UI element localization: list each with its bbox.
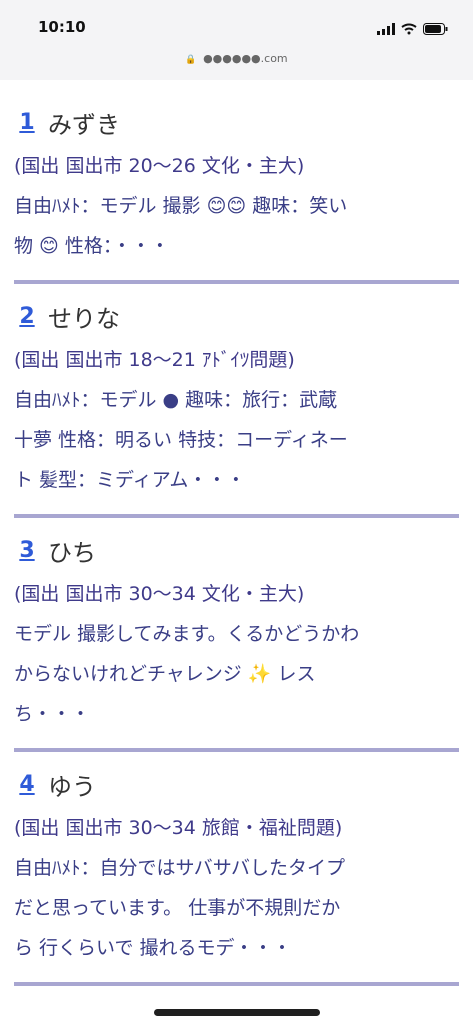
entry-desc: モデル 撮影してみます。くるかどうかわ (14, 623, 360, 645)
system-icons (377, 20, 449, 39)
divider (14, 982, 459, 986)
entry: 3 ひち (国出 国出市 30〜34 文化・主大) モデル 撮影してみます。くる… (0, 526, 473, 734)
url-bar[interactable]: 🔒 ●●●●●●.com (0, 52, 473, 65)
cellular-signal-icon (377, 20, 395, 39)
entry-header: 2 せりな (14, 292, 459, 340)
home-indicator[interactable] (154, 1009, 320, 1016)
entry-number-link[interactable]: 1 (14, 108, 40, 136)
entry-tail: からないけれどチャレンジ ✨ レス (14, 663, 316, 685)
entry-desc: 自由ﾊﾒﾄ：自分ではサバサバしたタイプ (14, 857, 345, 879)
entry-desc: 自由ﾊﾒﾄ：モデル ● 趣味：旅行：武蔵 (14, 389, 338, 411)
entry-name: ひち (48, 538, 96, 567)
entry-tail-2: ち・・・ (14, 703, 91, 725)
entry-tail-2: ら 行くらいで 撮れるモデ・・・ (14, 937, 292, 959)
url-text: ●●●●●●.com (203, 52, 288, 65)
entry-name: ゆう (48, 772, 96, 801)
wifi-icon (401, 20, 417, 39)
entry: 2 せりな (国出 国出市 18〜21 ｱﾄﾞｲﾂ問題) 自由ﾊﾒﾄ：モデル ●… (0, 292, 473, 500)
entry-tail-2: ト 髪型：ミディアム・・・ (14, 469, 246, 491)
content: 1 みずき (国出 国出市 20〜26 文化・主大) 自由ﾊﾒﾄ：モデル 撮影 … (0, 90, 473, 986)
entry-number-link[interactable]: 3 (14, 536, 40, 564)
entry-tail: 物 😊 性格：・・・ (14, 235, 170, 257)
status-time: 10:10 (38, 18, 86, 36)
status-bar: 10:10 🔒 ●●●●●●.com (0, 0, 473, 80)
battery-icon (423, 20, 449, 39)
entry-meta: (国出 国出市 20〜26 文化・主大) (14, 155, 305, 177)
entry-number-link[interactable]: 4 (14, 770, 40, 798)
entry-header: 4 ゆう (14, 760, 459, 808)
entry-desc: 自由ﾊﾒﾄ：モデル 撮影 😊😊 趣味：笑い (14, 195, 348, 217)
divider (14, 514, 459, 518)
entry-header: 3 ひち (14, 526, 459, 574)
entry-name: せりな (48, 304, 120, 333)
entry-meta: (国出 国出市 18〜21 ｱﾄﾞｲﾂ問題) (14, 349, 295, 371)
entry: 4 ゆう (国出 国出市 30〜34 旅館・福祉問題) 自由ﾊﾒﾄ：自分ではサバ… (0, 760, 473, 968)
entry-name: みずき (48, 110, 120, 139)
entry-header: 1 みずき (14, 98, 459, 146)
lock-icon: 🔒 (185, 55, 197, 65)
entry-meta: (国出 国出市 30〜34 文化・主大) (14, 583, 305, 605)
entry-tail: 十夢 性格：明るい 特技：コーディネー (14, 429, 348, 451)
entry: 1 みずき (国出 国出市 20〜26 文化・主大) 自由ﾊﾒﾄ：モデル 撮影 … (0, 98, 473, 266)
entry-tail: だと思っています。 仕事が不規則だか (14, 897, 341, 919)
entry-meta: (国出 国出市 30〜34 旅館・福祉問題) (14, 817, 343, 839)
divider (14, 280, 459, 284)
entry-number-link[interactable]: 2 (14, 302, 40, 330)
divider (14, 748, 459, 752)
